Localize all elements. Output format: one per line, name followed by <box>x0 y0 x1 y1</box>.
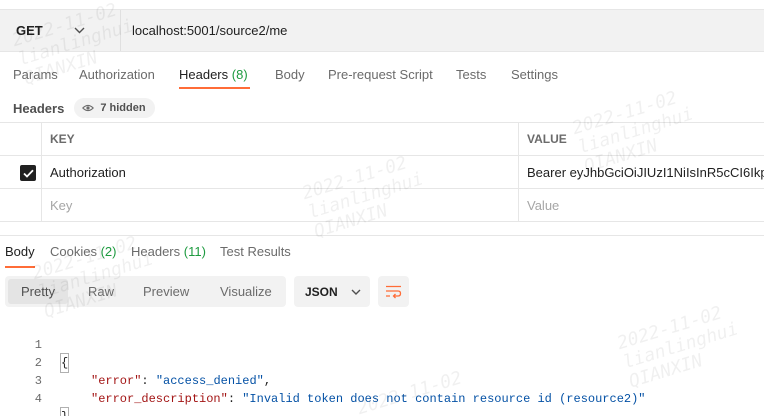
json-field: "error": "access_denied", <box>91 372 271 390</box>
tab-label: Cookies <box>50 244 97 259</box>
method-select[interactable]: GET <box>0 10 121 51</box>
tab-tests[interactable]: Tests <box>456 67 486 95</box>
watermark-date: 2022-11-02 <box>614 302 725 355</box>
tab-label: Headers <box>179 67 229 82</box>
header-value-cell[interactable]: Bearer eyJhbGciOiJIUzI1NiIsInR5cCI6IkpX <box>519 156 764 188</box>
table-header-row: KEY VALUE <box>0 123 764 156</box>
view-pretty-button[interactable]: Pretty <box>8 279 68 304</box>
headers-section-title: Headers <box>13 100 65 116</box>
headers-subbar: Headers 7 hidden <box>13 98 155 118</box>
json-close-brace[interactable]: } <box>59 407 70 416</box>
key-column-header: KEY <box>42 123 519 155</box>
code-line: 4 } <box>0 372 70 416</box>
tab-count: (8) <box>231 67 248 82</box>
wrap-lines-button[interactable] <box>378 276 409 307</box>
code-line: 2 "error": "access_denied", <box>0 336 271 388</box>
wrap-lines-icon <box>386 285 402 298</box>
hidden-headers-toggle[interactable]: 7 hidden <box>74 98 155 118</box>
url-input[interactable]: localhost:5001/source2/me <box>121 23 287 38</box>
tab-label: Pre-request Script <box>328 67 433 82</box>
tab-headers[interactable]: Headers (8) <box>179 67 248 95</box>
tab-label: Test Results <box>220 244 291 259</box>
tab-label: Authorization <box>79 67 155 82</box>
format-select[interactable]: JSON <box>294 276 370 307</box>
json-separator: : <box>141 374 156 388</box>
active-response-tab-indicator <box>5 266 35 268</box>
new-value-input[interactable]: Value <box>519 189 764 221</box>
new-header-row: Key Value <box>0 189 764 222</box>
pane-divider[interactable] <box>0 235 764 236</box>
checkmark-icon <box>22 169 34 178</box>
view-preview-button[interactable]: Preview <box>143 279 189 304</box>
response-tab-headers[interactable]: Headers (11) <box>131 244 206 259</box>
view-raw-button[interactable]: Raw <box>88 279 114 304</box>
view-visualize-button[interactable]: Visualize <box>220 279 272 304</box>
active-tab-indicator <box>179 87 250 89</box>
code-line: 1 { <box>0 318 70 373</box>
json-key: "error_description" <box>91 392 228 406</box>
chevron-down-icon <box>351 289 361 295</box>
json-value: "access_denied" <box>155 374 264 388</box>
method-label: GET <box>16 23 43 38</box>
json-key: "error" <box>91 374 142 388</box>
json-open-brace[interactable]: { <box>59 353 70 373</box>
tab-body[interactable]: Body <box>275 67 305 95</box>
code-line: 3 "error_description": "Invalid token do… <box>0 354 646 406</box>
new-key-input[interactable]: Key <box>42 189 519 221</box>
response-tab-body[interactable]: Body <box>5 244 35 259</box>
row-checkbox-cell <box>0 156 42 188</box>
json-value: "Invalid token does not contain resource… <box>242 392 646 406</box>
row-checkbox[interactable] <box>20 165 36 181</box>
json-field: "error_description": "Invalid token does… <box>91 390 646 408</box>
checkbox-column-header <box>0 123 42 155</box>
chevron-down-icon <box>74 27 85 34</box>
watermark-org: QIANXIN <box>626 350 706 393</box>
request-url-bar: GET localhost:5001/source2/me <box>0 9 764 52</box>
header-key-cell[interactable]: Authorization <box>42 156 519 188</box>
headers-table: KEY VALUE Authorization Bearer eyJhbGciO… <box>0 122 764 222</box>
tab-label: Headers <box>131 244 181 259</box>
line-number: 4 <box>34 392 42 406</box>
watermark-name: lianlinghui <box>620 318 741 374</box>
hidden-headers-label: 7 hidden <box>100 102 146 114</box>
tab-params[interactable]: Params <box>13 67 58 95</box>
tab-label: Tests <box>456 67 487 82</box>
tab-pre-request-script[interactable]: Pre-request Script <box>328 67 433 95</box>
new-row-checkbox-cell <box>0 189 42 221</box>
tab-label: Settings <box>511 67 558 82</box>
eye-icon <box>82 104 95 112</box>
tab-count: (11) <box>183 244 206 259</box>
json-comma: , <box>263 374 272 388</box>
tab-label: Body <box>5 244 35 259</box>
value-column-header: VALUE <box>527 132 567 146</box>
format-label: JSON <box>305 284 338 299</box>
tab-settings[interactable]: Settings <box>511 67 558 95</box>
view-mode-selector: Pretty Raw Preview Visualize <box>5 276 286 307</box>
tab-label: Params <box>13 67 58 82</box>
response-tab-cookies[interactable]: Cookies (2) <box>50 244 116 259</box>
tab-authorization[interactable]: Authorization <box>79 67 155 95</box>
json-separator: : <box>227 392 243 406</box>
tab-count: (2) <box>100 244 117 259</box>
response-tab-test-results[interactable]: Test Results <box>220 244 291 259</box>
tab-label: Body <box>275 67 305 82</box>
table-row: Authorization Bearer eyJhbGciOiJIUzI1NiI… <box>0 156 764 189</box>
watermark: 2022-11-02 lianlinghui QIANXIN <box>615 300 747 392</box>
